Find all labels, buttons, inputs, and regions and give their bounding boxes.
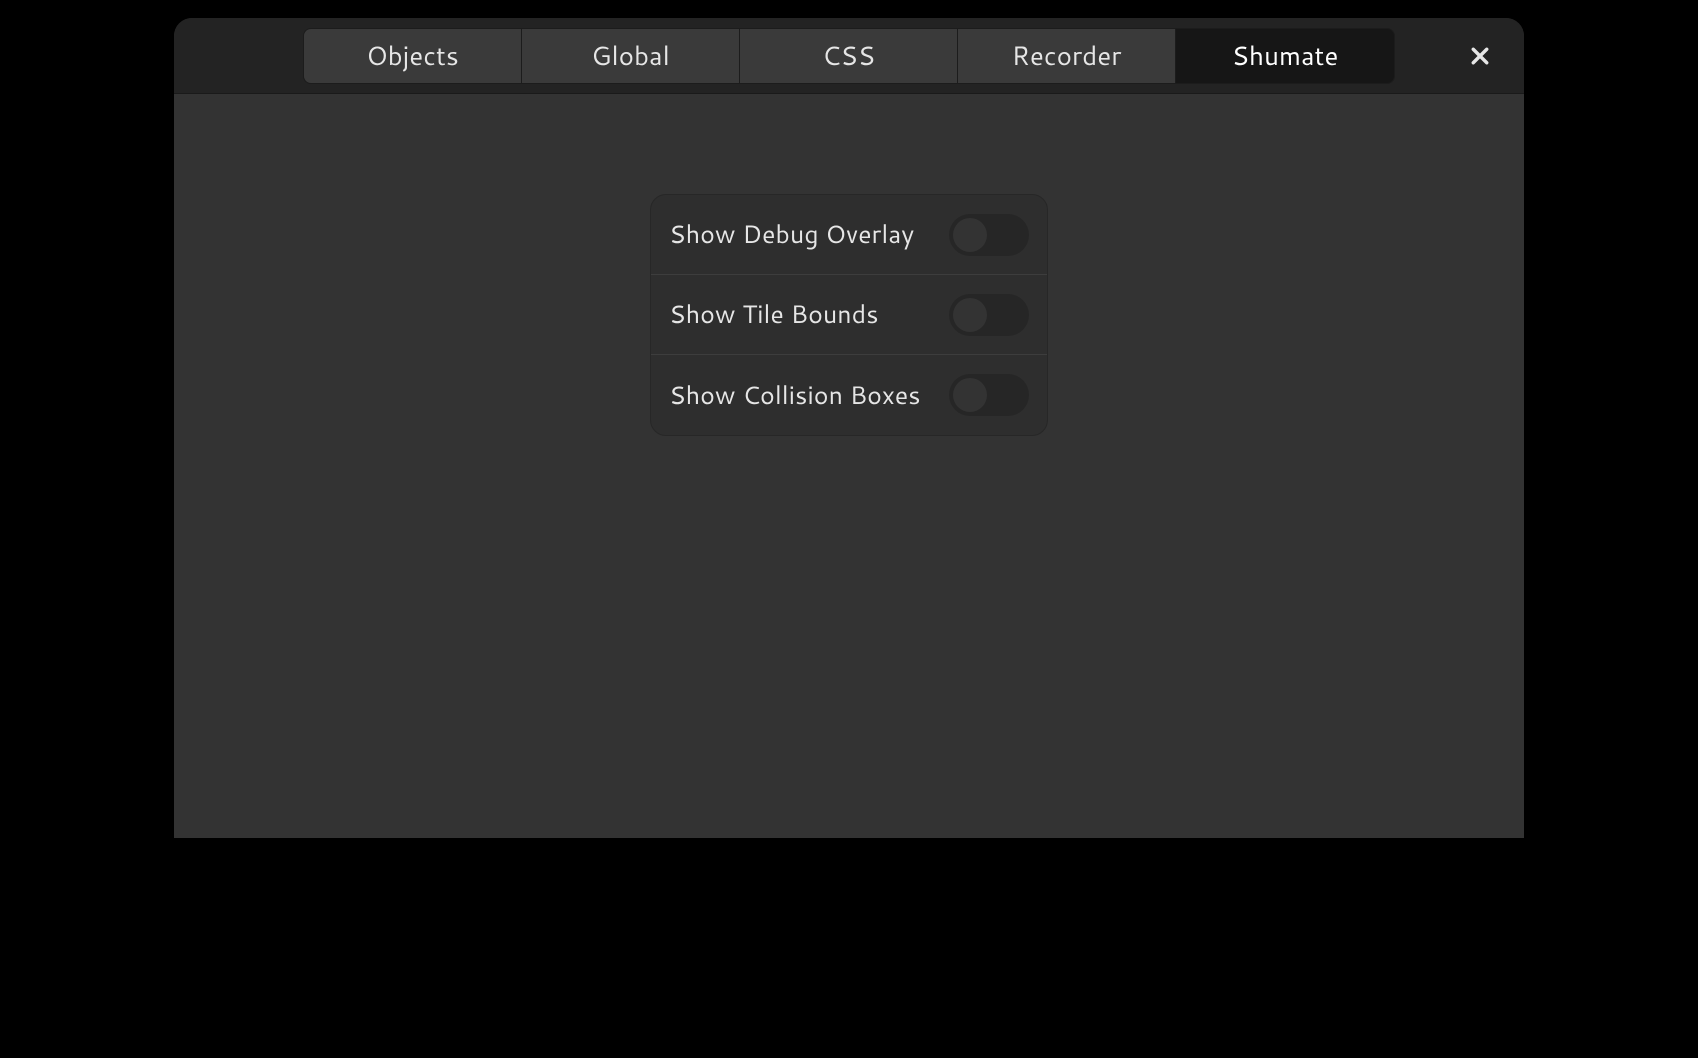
settings-panel: Show Debug Overlay Show Tile Bounds Show…: [650, 194, 1048, 436]
toggle-knob: [953, 298, 987, 332]
tab-shumate[interactable]: Shumate: [1176, 29, 1394, 83]
tab-label: Objects: [366, 38, 459, 74]
tab-label: CSS: [822, 38, 875, 74]
close-button[interactable]: [1462, 38, 1498, 74]
tab-recorder[interactable]: Recorder: [958, 29, 1176, 83]
toggle-tile-bounds[interactable]: [949, 294, 1029, 336]
tab-label: Recorder: [1012, 38, 1122, 74]
toggle-debug-overlay[interactable]: [949, 214, 1029, 256]
toggle-knob: [953, 378, 987, 412]
setting-row-collision-boxes: Show Collision Boxes: [651, 355, 1047, 435]
toggle-collision-boxes[interactable]: [949, 374, 1029, 416]
toggle-knob: [953, 218, 987, 252]
tab-css[interactable]: CSS: [740, 29, 958, 83]
tab-label: Shumate: [1232, 38, 1339, 74]
titlebar: Objects Global CSS Recorder Shumate: [174, 18, 1524, 94]
inspector-window: Objects Global CSS Recorder Shumate: [174, 18, 1524, 838]
tab-global[interactable]: Global: [522, 29, 740, 83]
close-icon: [1471, 47, 1489, 65]
setting-row-debug-overlay: Show Debug Overlay: [651, 195, 1047, 275]
content-area: Show Debug Overlay Show Tile Bounds Show…: [174, 94, 1524, 838]
setting-label: Show Debug Overlay: [669, 217, 914, 252]
setting-row-tile-bounds: Show Tile Bounds: [651, 275, 1047, 355]
setting-label: Show Tile Bounds: [669, 297, 878, 332]
setting-label: Show Collision Boxes: [669, 378, 921, 413]
tab-objects[interactable]: Objects: [304, 29, 522, 83]
tab-label: Global: [591, 38, 669, 74]
tab-switcher: Objects Global CSS Recorder Shumate: [303, 28, 1395, 84]
